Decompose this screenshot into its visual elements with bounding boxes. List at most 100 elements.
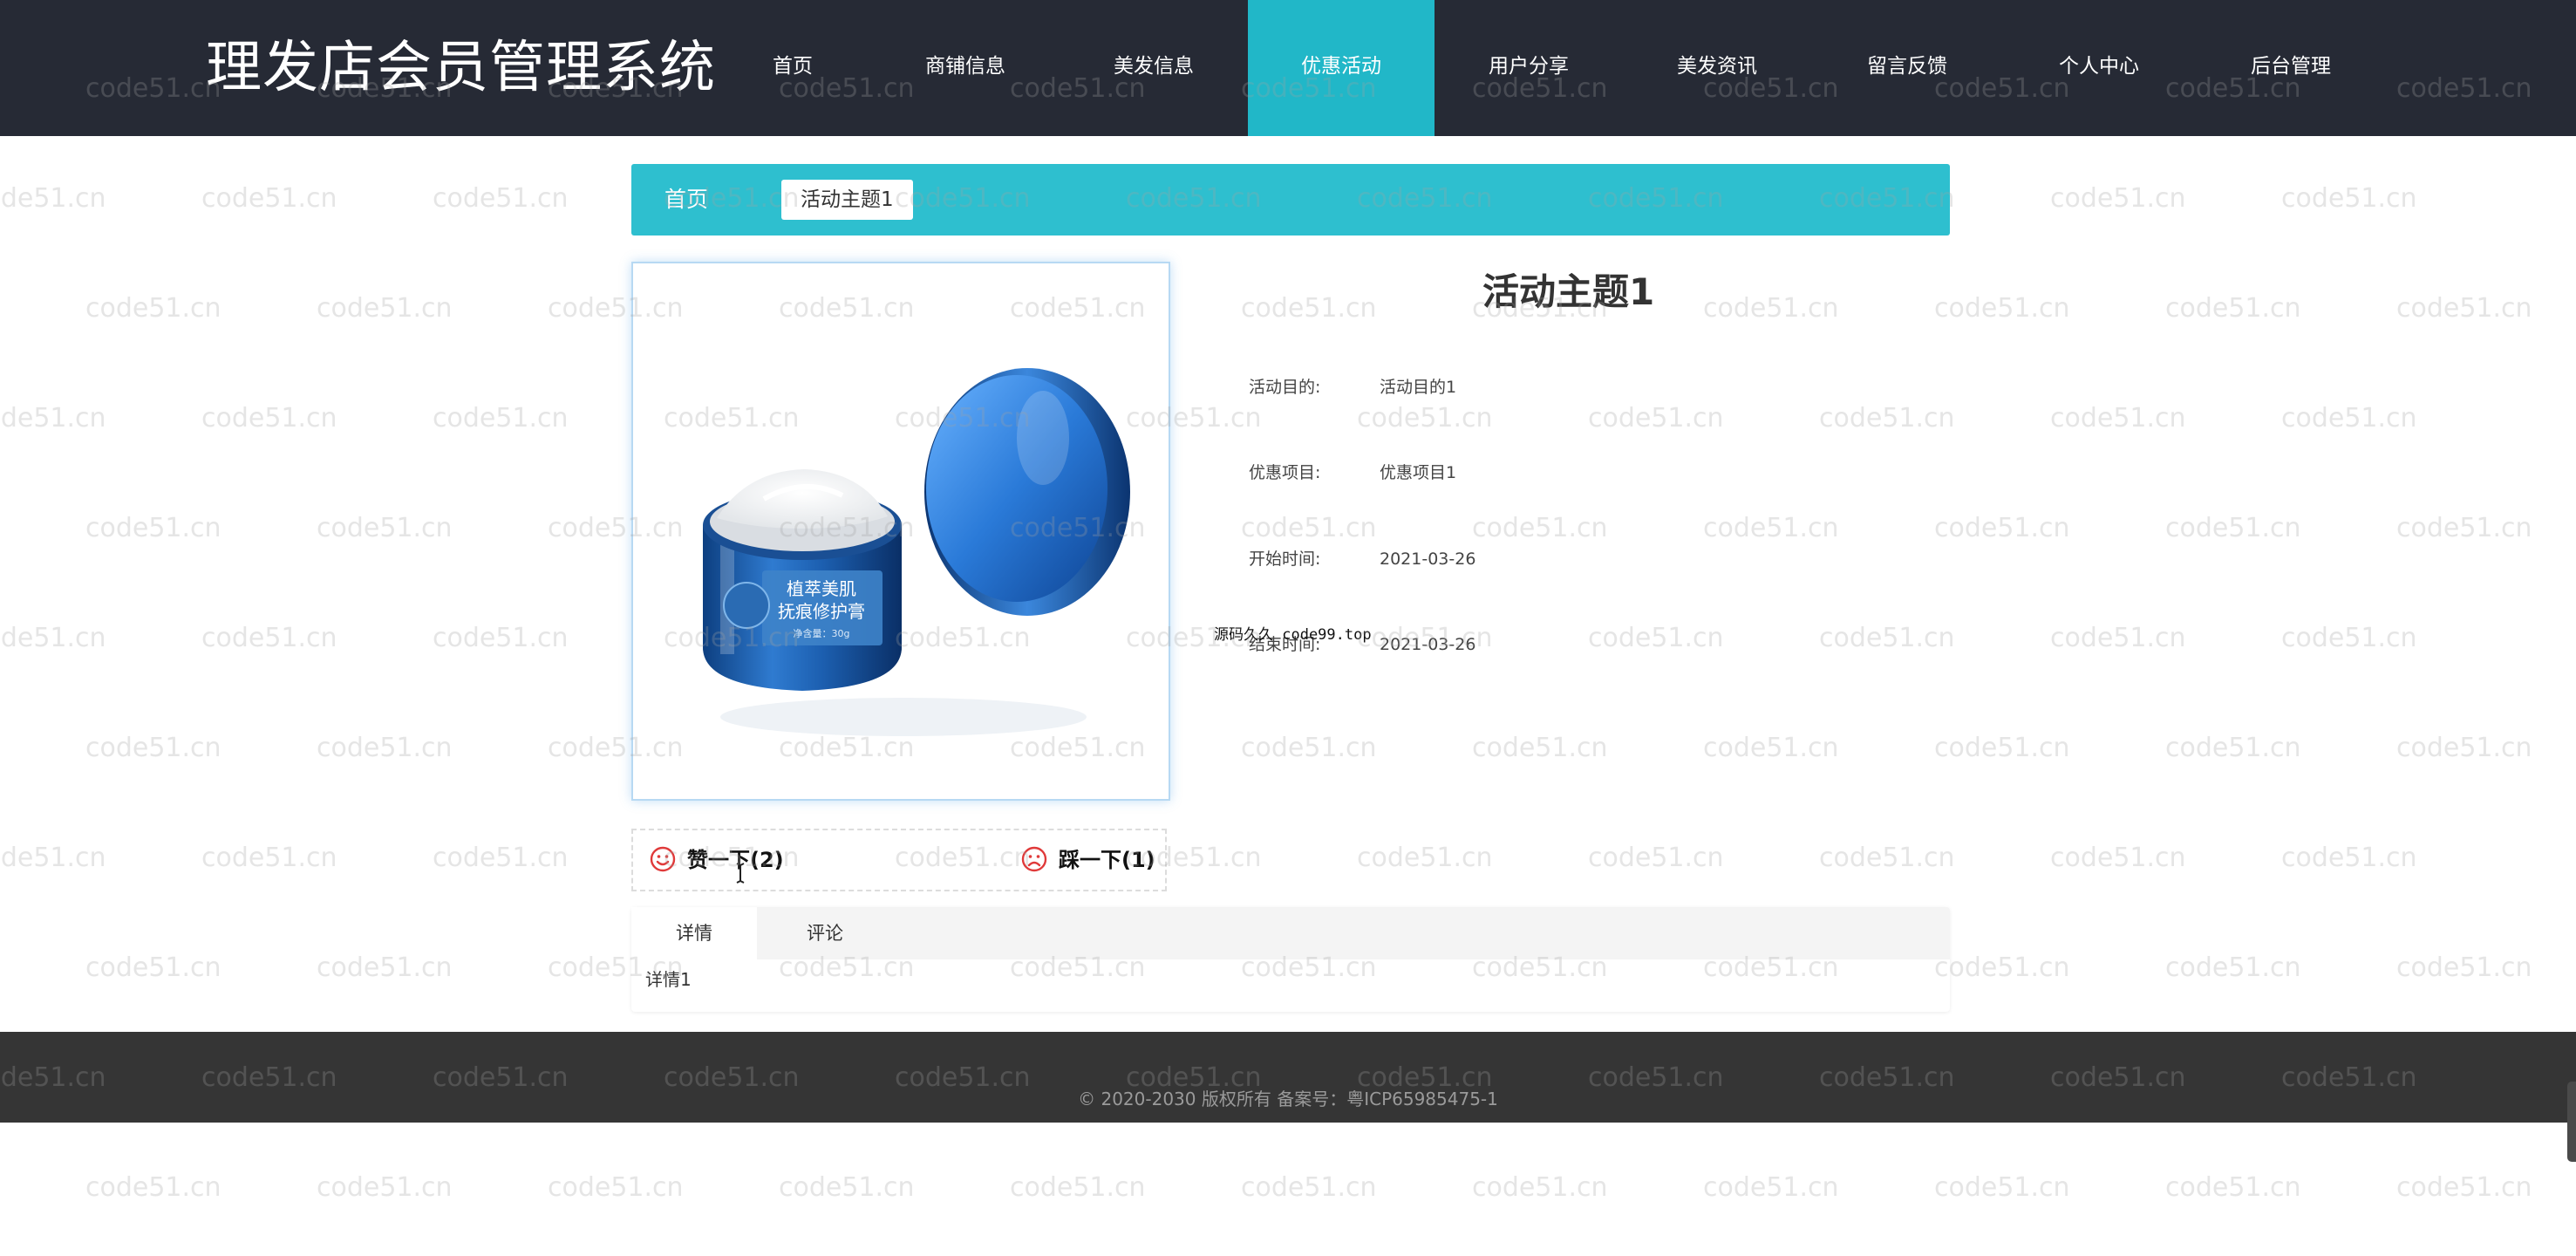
watermark-text: code51.cn xyxy=(201,183,337,214)
watermark-text: code51.cn xyxy=(2281,183,2417,214)
watermark-text: code51.cn xyxy=(0,403,106,433)
smile-icon xyxy=(650,846,676,872)
field-purpose: 活动目的: 活动目的1 xyxy=(1249,374,1456,400)
watermark-text: code51.cn xyxy=(85,293,221,324)
watermark-text: code51.cn xyxy=(1819,403,1955,433)
watermark-text: code51.cn xyxy=(1472,513,1608,543)
watermark-text: code51.cn xyxy=(2396,733,2532,763)
watermark-text: code51.cn xyxy=(2396,1172,2532,1203)
watermark-text: code51.cn xyxy=(548,1172,684,1203)
watermark-text: code51.cn xyxy=(2396,952,2532,983)
field-start-time-value: 2021-03-26 xyxy=(1380,550,1476,569)
watermark-text: code51.cn xyxy=(0,843,106,873)
watermark-text: code51.cn xyxy=(1819,843,1955,873)
activity-title: 活动主题1 xyxy=(1482,270,1655,313)
watermark-text: code51.cn xyxy=(1934,293,2070,324)
watermark-text: code51.cn xyxy=(2165,1172,2301,1203)
nav-hair-news[interactable]: 美发资讯 xyxy=(1624,0,1810,136)
text-cursor-icon xyxy=(736,863,745,884)
watermark-text: code51.cn xyxy=(1357,403,1493,433)
watermark-text: code51.cn xyxy=(201,843,337,873)
cream-jar-illustration: 植萃美肌 抚痕修护膏 净含量：30g xyxy=(703,368,1130,736)
watermark-text: code51.cn xyxy=(1703,733,1839,763)
nav-home[interactable]: 首页 xyxy=(699,0,886,136)
watermark-text: code51.cn xyxy=(1934,513,2070,543)
watermark-text: code51.cn xyxy=(0,623,106,653)
field-discount-item: 优惠项目: 优惠项目1 xyxy=(1249,460,1456,486)
frown-icon xyxy=(1021,846,1047,872)
watermark-text: code51.cn xyxy=(1703,1172,1839,1203)
watermark-text: code51.cn xyxy=(2396,513,2532,543)
nav-feedback[interactable]: 留言反馈 xyxy=(1814,0,2000,136)
nav-promotions[interactable]: 优惠活动 xyxy=(1248,0,1435,136)
field-purpose-label: 活动目的: xyxy=(1249,378,1321,397)
watermark-text: code51.cn xyxy=(1241,293,1377,324)
watermark-text: code51.cn xyxy=(2165,293,2301,324)
footer: © 2020-2030 版权所有 备案号：粤ICP65985475-1 xyxy=(0,1032,2576,1123)
header: 理发店会员管理系统 首页 商铺信息 美发信息 优惠活动 用户分享 美发资讯 留言… xyxy=(0,0,2576,136)
nav-user-share[interactable]: 用户分享 xyxy=(1435,0,1622,136)
jar-label-weight: 净含量：30g xyxy=(794,627,850,639)
watermark-text: code51.cn xyxy=(1010,1172,1146,1203)
watermark-text: code51.cn xyxy=(1588,403,1724,433)
nav-admin[interactable]: 后台管理 xyxy=(2198,0,2384,136)
like-button[interactable]: 赞一下(2) xyxy=(649,830,784,890)
overlay-watermark-note: 源码久久 code99.top xyxy=(1214,626,1372,644)
copyright-text: © 2020-2030 版权所有 备案号：粤ICP65985475-1 xyxy=(1078,1089,1498,1109)
vote-bar: 赞一下(2) 踩一下(1) xyxy=(631,829,1167,891)
tab-comments[interactable]: 评论 xyxy=(762,907,888,959)
watermark-text: code51.cn xyxy=(317,513,453,543)
product-image[interactable]: 植萃美肌 抚痕修护膏 净含量：30g xyxy=(631,262,1170,801)
tab-header: 详情 评论 xyxy=(631,907,1950,959)
watermark-text: code51.cn xyxy=(433,403,569,433)
watermark-text: code51.cn xyxy=(2281,623,2417,653)
watermark-text: code51.cn xyxy=(2050,183,2186,214)
watermark-text: code51.cn xyxy=(1472,733,1608,763)
field-end-time-value: 2021-03-26 xyxy=(1380,635,1476,654)
watermark-text: code51.cn xyxy=(2165,513,2301,543)
watermark-text: code51.cn xyxy=(2165,952,2301,983)
jar-label-line-2: 抚痕修护膏 xyxy=(778,601,865,622)
watermark-text: code51.cn xyxy=(1934,1172,2070,1203)
watermark-text: code51.cn xyxy=(2050,623,2186,653)
watermark-text: code51.cn xyxy=(779,1172,915,1203)
watermark-text: code51.cn xyxy=(317,733,453,763)
watermark-text: code51.cn xyxy=(201,623,337,653)
dislike-button[interactable]: 踩一下(1) xyxy=(1020,830,1155,890)
watermark-text: code51.cn xyxy=(1588,623,1724,653)
field-discount-item-value: 优惠项目1 xyxy=(1380,463,1457,482)
watermark-text: code51.cn xyxy=(1588,843,1724,873)
breadcrumb-home-link[interactable]: 首页 xyxy=(664,164,708,236)
watermark-text: code51.cn xyxy=(317,1172,453,1203)
jar-label-line-1: 植萃美肌 xyxy=(787,578,856,599)
watermark-text: code51.cn xyxy=(2281,843,2417,873)
watermark-text: code51.cn xyxy=(1357,843,1493,873)
watermark-text: code51.cn xyxy=(433,843,569,873)
main-nav: 首页 商铺信息 美发信息 优惠活动 用户分享 美发资讯 留言反馈 个人中心 后台… xyxy=(0,0,2576,136)
watermark-text: code51.cn xyxy=(2050,403,2186,433)
field-start-time: 开始时间: 2021-03-26 xyxy=(1249,546,1475,572)
watermark-text: code51.cn xyxy=(1703,513,1839,543)
scrollbar-handle[interactable] xyxy=(2567,1082,2576,1162)
nav-shop-info[interactable]: 商铺信息 xyxy=(872,0,1059,136)
field-purpose-value: 活动目的1 xyxy=(1380,378,1457,397)
watermark-text: code51.cn xyxy=(2050,843,2186,873)
watermark-text: code51.cn xyxy=(1241,733,1377,763)
watermark-text: code51.cn xyxy=(2165,733,2301,763)
watermark-text: code51.cn xyxy=(1819,623,1955,653)
nav-hair-info[interactable]: 美发信息 xyxy=(1060,0,1247,136)
detail-tabs: 详情 评论 详情1 xyxy=(631,907,1950,1012)
field-start-time-label: 开始时间: xyxy=(1249,550,1321,569)
watermark-text: code51.cn xyxy=(1472,1172,1608,1203)
watermark-text: code51.cn xyxy=(1703,293,1839,324)
watermark-text: code51.cn xyxy=(0,183,106,214)
nav-profile[interactable]: 个人中心 xyxy=(2006,0,2192,136)
tab-content: 详情1 xyxy=(645,969,692,990)
watermark-text: code51.cn xyxy=(85,733,221,763)
tab-details[interactable]: 详情 xyxy=(631,907,757,959)
breadcrumb: 首页 活动主题1 xyxy=(631,164,1950,236)
dislike-button-label: 踩一下(1) xyxy=(1059,848,1155,872)
watermark-text: code51.cn xyxy=(1241,1172,1377,1203)
watermark-text: code51.cn xyxy=(433,623,569,653)
field-discount-item-label: 优惠项目: xyxy=(1249,463,1321,482)
